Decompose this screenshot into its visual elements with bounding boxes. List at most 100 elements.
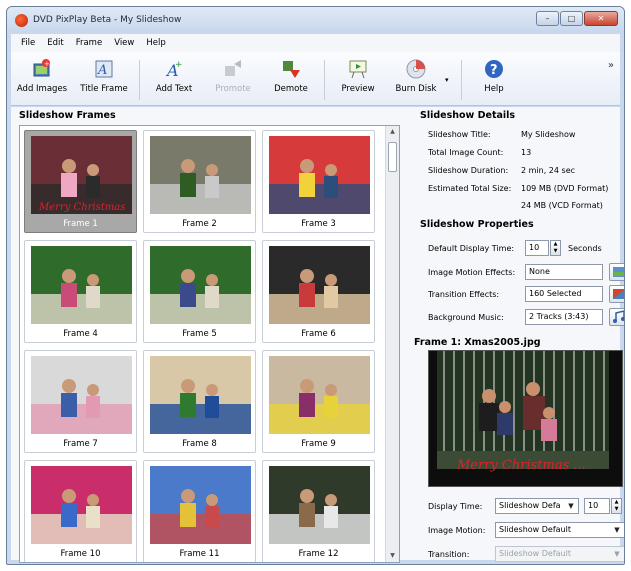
frame-thumbnail: [269, 356, 370, 434]
add-text-button[interactable]: A + Add Text: [144, 58, 204, 102]
frame-tile[interactable]: Frame 8: [143, 350, 256, 453]
frame-display-time-spinner-icon[interactable]: ▲ ▼: [611, 498, 622, 514]
app-logo-icon: [15, 13, 28, 27]
preview-label: Preview: [341, 84, 375, 94]
frame-thumbnail: [150, 246, 251, 324]
seconds-label: Seconds: [568, 244, 602, 253]
frames-panel: Merry Christmas Frame 1 Frame 2 Frame 3 Fram…: [19, 125, 400, 563]
burn-disk-dropdown-icon[interactable]: ▾: [445, 58, 457, 102]
display-time-spinner-icon[interactable]: ▲ ▼: [550, 240, 561, 256]
frame-label: Frame 10: [60, 549, 101, 559]
title-frame-icon: A: [93, 58, 115, 80]
promote-button[interactable]: Promote: [204, 58, 262, 102]
image-motion-label: Image Motion:: [428, 526, 486, 535]
add-text-icon: A +: [163, 58, 185, 80]
frame-tile[interactable]: Frame 5: [143, 240, 256, 343]
menu-file[interactable]: File: [15, 38, 41, 48]
menu-view[interactable]: View: [108, 38, 140, 48]
detail-value: 13: [521, 148, 532, 157]
image-icon: [613, 267, 624, 277]
burn-disk-button[interactable]: Burn Disk: [387, 58, 445, 102]
chevron-down-icon: ▼: [614, 550, 620, 558]
motion-effects-field: None: [525, 264, 603, 280]
frame-tile[interactable]: Frame 11: [143, 460, 256, 562]
minimize-button[interactable]: –: [536, 11, 559, 26]
frame-label: Frame 12: [298, 549, 339, 559]
scroll-down-arrow-icon[interactable]: ▼: [386, 550, 399, 562]
demote-icon: [280, 58, 302, 80]
help-button[interactable]: ? Help: [466, 58, 522, 102]
frame-tile[interactable]: Frame 7: [24, 350, 137, 453]
frame-tile[interactable]: Frame 12: [262, 460, 375, 562]
transition-select-value: Slideshow Default: [499, 549, 571, 558]
frame-label: Frame 8: [182, 439, 217, 449]
music-note-icon: [613, 310, 624, 323]
music-button[interactable]: [609, 308, 624, 326]
close-button[interactable]: ✕: [584, 11, 618, 26]
add-images-button[interactable]: + Add Images: [11, 58, 73, 102]
frame-label: Frame 7: [63, 439, 98, 449]
detail-value: 2 min, 24 sec: [521, 166, 576, 175]
frame-tile[interactable]: Frame 6: [262, 240, 375, 343]
frame-display-time-input[interactable]: 10: [584, 498, 610, 514]
main-content: Slideshow Frames Merry Christmas Frame 1 F…: [11, 107, 624, 563]
frame-tile[interactable]: Frame 10: [24, 460, 137, 562]
motion-effects-label: Image Motion Effects:: [428, 268, 516, 277]
menu-frame[interactable]: Frame: [70, 38, 108, 48]
music-field: 2 Tracks (3:43): [525, 309, 603, 325]
detail-value: My Slideshow: [521, 130, 576, 139]
image-motion-select[interactable]: Slideshow Default ▼: [495, 522, 624, 538]
motion-effects-button[interactable]: [609, 263, 624, 281]
frame-thumbnail: [150, 466, 251, 544]
menu-edit[interactable]: Edit: [41, 38, 69, 48]
frame-tile[interactable]: Merry Christmas Frame 1: [24, 130, 137, 233]
toolbar-separator: [324, 60, 325, 100]
toolbar-separator: [461, 60, 462, 100]
frame-label: Frame 9: [301, 439, 336, 449]
add-images-label: Add Images: [16, 84, 68, 94]
frame-tile[interactable]: Frame 3: [262, 130, 375, 233]
transition-effects-label: Transition Effects:: [428, 290, 500, 299]
svg-text:?: ?: [490, 63, 498, 78]
preview-caption: Merry Christmas ...: [456, 458, 586, 473]
title-frame-button[interactable]: A Title Frame: [73, 58, 135, 102]
details-title: Slideshow Details: [420, 110, 516, 121]
scroll-up-arrow-icon[interactable]: ▲: [386, 126, 399, 138]
display-time-input[interactable]: 10: [525, 240, 549, 256]
menu-help[interactable]: Help: [140, 38, 171, 48]
toolbar-overflow-icon[interactable]: »: [608, 60, 614, 71]
frame-tile[interactable]: Frame 9: [262, 350, 375, 453]
add-images-icon: +: [31, 58, 53, 80]
frame-label: Frame 3: [301, 219, 336, 229]
frames-scrollbar[interactable]: ▲ ▼: [385, 126, 399, 562]
toolbar-separator: [139, 60, 140, 100]
frame-thumbnail: [150, 356, 251, 434]
maximize-button[interactable]: □: [560, 11, 583, 26]
demote-button[interactable]: Demote: [262, 58, 320, 102]
transition-effects-button[interactable]: [609, 285, 624, 303]
title-bar[interactable]: DVD PixPlay Beta - My Slideshow – □ ✕: [7, 7, 624, 33]
frame-detail-title: Frame 1: Xmas2005.jpg: [414, 337, 541, 348]
preview-button[interactable]: Preview: [329, 58, 387, 102]
frame-tile[interactable]: Frame 2: [143, 130, 256, 233]
right-panel: Slideshow Details Slideshow Title: My Sl…: [412, 107, 624, 562]
frame-label: Frame 11: [179, 549, 220, 559]
frame-display-time-select-value: Slideshow Defa: [499, 501, 561, 510]
frame-tile[interactable]: Frame 4: [24, 240, 137, 343]
frame-thumbnail: [31, 356, 132, 434]
promote-icon: [222, 58, 244, 80]
chevron-down-icon: ▼: [568, 502, 574, 510]
chevron-down-icon: ▼: [614, 526, 620, 534]
svg-text:A: A: [97, 63, 107, 78]
transition-select[interactable]: Slideshow Default ▼: [495, 546, 624, 562]
transition-icon: [613, 289, 624, 299]
title-frame-label: Title Frame: [80, 84, 128, 94]
frame-preview: Merry Christmas ...: [428, 350, 623, 487]
svg-text:+: +: [44, 60, 50, 68]
frame-display-time-select[interactable]: Slideshow Defa ▼: [495, 498, 579, 514]
detail-value-vcd: 24 MB (VCD Format): [521, 201, 603, 210]
detail-label: Total Image Count:: [428, 148, 504, 157]
menu-bar: File Edit Frame View Help: [11, 34, 620, 52]
scrollbar-thumb[interactable]: [388, 142, 397, 172]
image-motion-select-value: Slideshow Default: [499, 525, 571, 534]
